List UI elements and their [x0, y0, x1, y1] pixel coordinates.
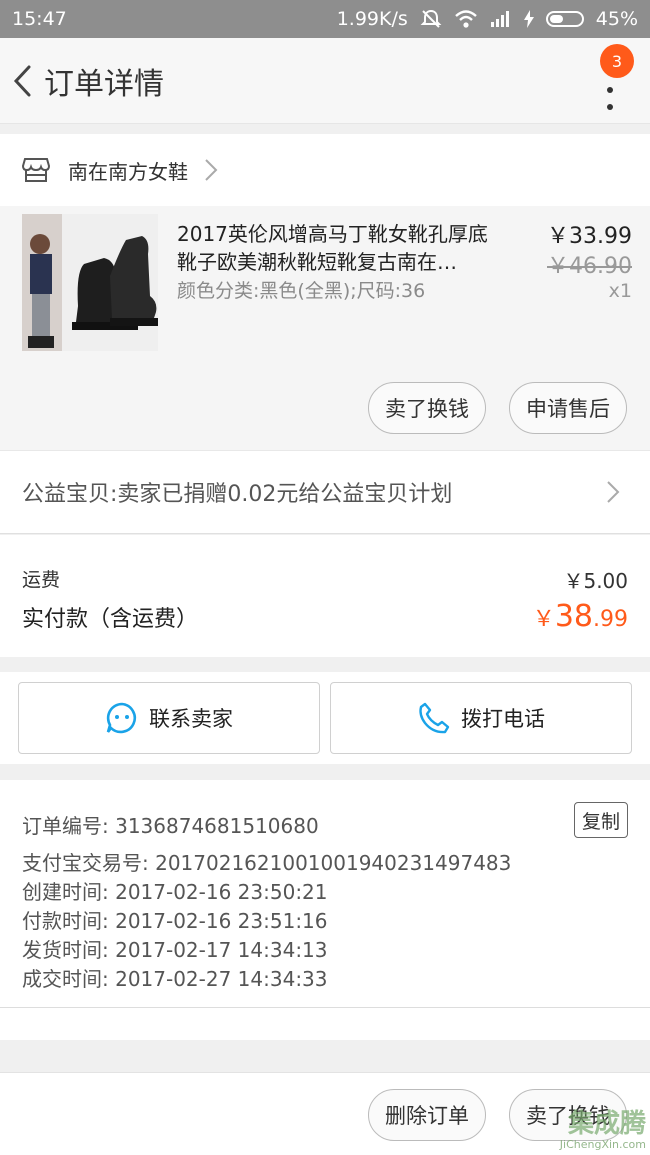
product-original-price: ￥46.90 — [547, 254, 632, 279]
contact-seller-button[interactable]: 联系卖家 — [18, 682, 320, 754]
order-info: 订单编号: 3136874681510680 支付宝交易号: 201702162… — [0, 780, 650, 1008]
sell-item-button[interactable]: 卖了换钱 — [368, 382, 486, 434]
completed-time: 成交时间: 2017-02-27 14:34:33 — [22, 967, 328, 991]
chevron-right-icon — [205, 159, 218, 181]
more-dot-icon — [607, 104, 613, 110]
copy-order-number-button[interactable]: 复制 — [574, 802, 628, 838]
product-item[interactable]: 2017英伦风增高马丁靴女靴孔厚底靴子欧美潮秋靴短靴复古南在… 颜色分类:黑色(… — [0, 206, 650, 450]
store-icon — [22, 158, 50, 182]
created-time: 创建时间: 2017-02-16 23:50:21 — [22, 880, 328, 904]
shop-name: 南在南方女鞋 — [68, 159, 188, 184]
battery-icon — [545, 11, 584, 27]
delete-order-button[interactable]: 删除订单 — [368, 1089, 486, 1141]
paid-decimal: .99 — [593, 607, 628, 632]
alipay-trade-number: 支付宝交易号: 2017021621001001940231497483 — [22, 851, 512, 875]
paid-label: 实付款（含运费） — [22, 607, 199, 632]
contact-section: 联系卖家 拨打电话 — [0, 672, 650, 764]
paid-integer: 38 — [554, 599, 593, 634]
product-quantity: x1 — [608, 280, 632, 302]
watermark: 集成腾 JiChengXin.com — [530, 1101, 646, 1151]
paid-currency: ￥ — [532, 607, 555, 632]
battery-percent: 45% — [595, 8, 638, 30]
back-button[interactable] — [0, 38, 44, 124]
chat-bubble-icon — [106, 702, 137, 734]
shipping-label: 运费 — [22, 569, 61, 591]
product-title: 2017英伦风增高马丁靴女靴孔厚底靴子欧美潮秋靴短靴复古南在… — [177, 222, 488, 274]
paid-amount: ￥38.99 — [533, 599, 628, 634]
wifi-icon — [454, 10, 477, 28]
page-title: 订单详情 — [44, 66, 164, 102]
watermark-logo: 集成腾 — [567, 1109, 646, 1139]
chevron-right-icon — [607, 481, 620, 503]
call-phone-label: 拨打电话 — [461, 707, 545, 731]
nav-bar: 订单详情 3 — [0, 38, 650, 124]
fee-summary: 运费 ￥5.00 实付款（含运费） ￥38.99 — [0, 535, 650, 657]
shipped-time: 发货时间: 2017-02-17 14:34:13 — [22, 938, 328, 962]
status-bar: 15:47 1.99K/s 45% — [0, 0, 650, 38]
product-image[interactable] — [22, 214, 158, 351]
shop-row[interactable]: 南在南方女鞋 — [0, 134, 650, 206]
charging-icon — [523, 10, 534, 28]
charity-row[interactable]: 公益宝贝:卖家已捐赠0.02元给公益宝贝计划 — [0, 450, 650, 534]
status-time: 15:47 — [12, 8, 67, 30]
more-dot-icon — [607, 87, 613, 93]
product-spec: 颜色分类:黑色(全黑);尺码:36 — [177, 280, 426, 302]
call-phone-button[interactable]: 拨打电话 — [330, 682, 632, 754]
contact-seller-label: 联系卖家 — [149, 707, 233, 731]
signal-icon — [490, 11, 509, 27]
charity-text: 公益宝贝:卖家已捐赠0.02元给公益宝贝计划 — [22, 482, 453, 507]
mute-icon — [420, 9, 442, 28]
section-spacer — [0, 1008, 650, 1040]
back-arrow-icon — [13, 65, 31, 96]
paid-time: 付款时间: 2017-02-16 23:51:16 — [22, 909, 328, 933]
after-sale-button[interactable]: 申请售后 — [509, 382, 627, 434]
order-number: 订单编号: 3136874681510680 — [22, 814, 319, 838]
product-price: ￥33.99 — [547, 224, 632, 249]
notification-badge: 3 — [600, 44, 634, 78]
watermark-url: JiChengXin.com — [559, 1138, 646, 1151]
phone-icon — [419, 702, 450, 734]
network-speed: 1.99K/s — [336, 8, 408, 30]
shipping-value: ￥5.00 — [563, 569, 628, 593]
